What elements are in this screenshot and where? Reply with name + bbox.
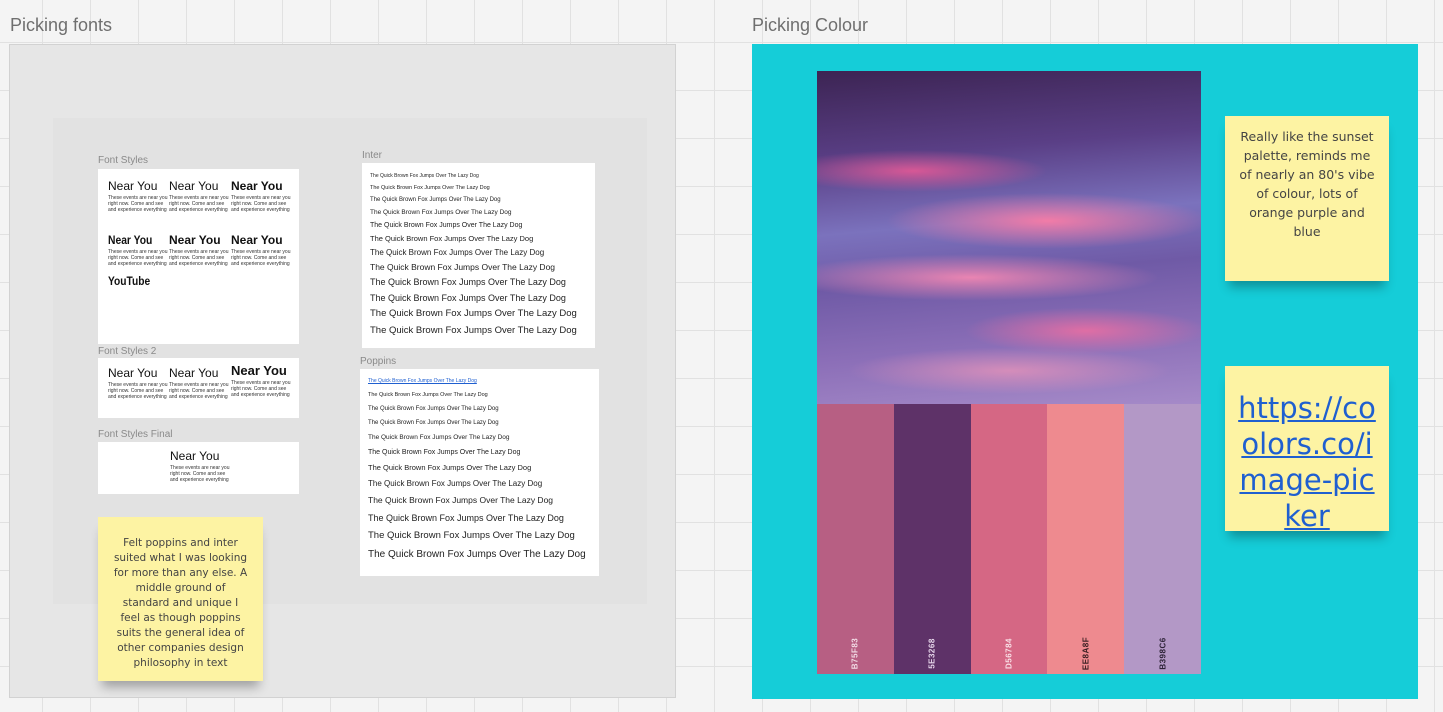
- sticky-note-colour[interactable]: Really like the sunset palette, reminds …: [1225, 116, 1389, 281]
- sample-line: The Quick Brown Fox Jumps Over The Lazy …: [370, 308, 577, 319]
- font-style-body: These events are near you right now. Com…: [169, 382, 229, 400]
- sample-line: The Quick Brown Fox Jumps Over The Lazy …: [370, 222, 523, 229]
- font-style-body: These events are near you right now. Com…: [108, 249, 168, 267]
- swatch[interactable]: 5E3268: [893, 404, 971, 674]
- sample-line: The Quick Brown Fox Jumps Over The Lazy …: [368, 392, 488, 398]
- font-styles-final-card[interactable]: Near You These events are near you right…: [98, 442, 299, 494]
- sticky-note-fonts[interactable]: Felt poppins and inter suited what I was…: [98, 517, 263, 681]
- font-style-body: These events are near you right now. Com…: [170, 465, 230, 483]
- sample-line: The Quick Brown Fox Jumps Over The Lazy …: [370, 209, 512, 216]
- coolors-link[interactable]: https://coolors.co/image-picker: [1238, 391, 1376, 533]
- sample-line: The Quick Brown Fox Jumps Over The Lazy …: [368, 479, 543, 488]
- sticky-note-link[interactable]: https://coolors.co/image-picker: [1225, 366, 1389, 533]
- font-style-body: These events are near you right now. Com…: [169, 195, 229, 213]
- sample-line: The Quick Brown Fox Jumps Over The Lazy …: [368, 406, 499, 412]
- inter-label: Inter: [362, 150, 383, 161]
- swatch[interactable]: B398C6: [1124, 404, 1201, 674]
- font-style-cell: Near You These events are near you right…: [169, 233, 231, 267]
- swatch[interactable]: B75F83: [817, 404, 894, 674]
- frame-title-fonts[interactable]: Picking fonts: [10, 15, 112, 36]
- swatch-code: B75F83: [850, 637, 860, 670]
- sample-line: The Quick Brown Fox Jumps Over The Lazy …: [370, 173, 479, 179]
- youtube-font-sample: YouTube: [108, 274, 151, 288]
- swatch-code: EE8A8F: [1081, 636, 1091, 671]
- sticky-note-text: Really like the sunset palette, reminds …: [1239, 129, 1375, 239]
- font-style-body: These events are near you right now. Com…: [231, 195, 291, 213]
- sample-line: The Quick Brown Fox Jumps Over The Lazy …: [370, 277, 566, 287]
- poppins-sample-card[interactable]: The Quick Brown Fox Jumps Over The Lazy …: [360, 369, 599, 576]
- font-style-title: Near You: [169, 179, 219, 193]
- frame-title-colour[interactable]: Picking Colour: [752, 15, 868, 36]
- sample-line: The Quick Brown Fox Jumps Over The Lazy …: [370, 248, 545, 257]
- font-style-cell: Near You These events are near you right…: [170, 449, 230, 483]
- font-styles-2-card[interactable]: Near You These events are near you right…: [98, 358, 299, 418]
- font-style-title: Near You: [170, 449, 220, 463]
- picking-colour-frame[interactable]: B75F83 5E3268 D56784 EE8A8F B398C6 Reall…: [752, 44, 1418, 699]
- inter-sample-list: The Quick Brown Fox Jumps Over The Lazy …: [370, 170, 577, 339]
- picking-fonts-frame[interactable]: Font Styles Near You These events are ne…: [9, 44, 676, 698]
- font-style-cell: Near You These events are near you right…: [231, 179, 293, 213]
- font-style-title: Near You: [231, 363, 287, 378]
- font-style-body: These events are near you right now. Com…: [169, 249, 229, 267]
- font-style-title: Near You: [108, 179, 158, 193]
- sample-line: The Quick Brown Fox Jumps Over The Lazy …: [368, 463, 532, 472]
- sample-line: The Quick Brown Fox Jumps Over The Lazy …: [368, 434, 510, 441]
- sample-line: The Quick Brown Fox Jumps Over The Lazy …: [370, 234, 534, 243]
- sunset-photo[interactable]: [817, 71, 1201, 404]
- font-styles-2-label: Font Styles 2: [98, 346, 157, 357]
- sample-line: The Quick Brown Fox Jumps Over The Lazy …: [368, 549, 586, 560]
- font-style-title: Near You: [231, 179, 283, 193]
- sample-line: The Quick Brown Fox Jumps Over The Lazy …: [370, 325, 577, 336]
- sample-line: The Quick Brown Fox Jumps Over The Lazy …: [370, 262, 556, 272]
- font-style-title: Near You: [108, 233, 153, 247]
- font-styles-label: Font Styles: [98, 155, 149, 166]
- font-style-cell: Near You These events are near you right…: [169, 366, 231, 400]
- colour-palette[interactable]: B75F83 5E3268 D56784 EE8A8F B398C6: [817, 404, 1201, 674]
- swatch-code: B398C6: [1158, 637, 1168, 670]
- poppins-label: Poppins: [360, 356, 397, 367]
- font-style-body: These events are near you right now. Com…: [108, 382, 168, 400]
- sample-line: The Quick Brown Fox Jumps Over The Lazy …: [368, 449, 521, 456]
- swatch-code: 5E3268: [927, 638, 937, 669]
- font-style-cell: Near You These events are near you right…: [108, 179, 170, 213]
- sample-line: The Quick Brown Fox Jumps Over The Lazy …: [368, 420, 499, 426]
- swatch-code: D56784: [1004, 637, 1014, 670]
- sticky-note-text: Felt poppins and inter suited what I was…: [113, 537, 248, 669]
- font-style-cell: Near You These events are near you right…: [231, 233, 293, 267]
- sample-line: The Quick Brown Fox Jumps Over The Lazy …: [368, 378, 477, 384]
- font-style-cell: Near You These events are near you right…: [108, 233, 170, 267]
- font-style-title: Near You: [169, 366, 219, 380]
- font-style-title: Near You: [108, 366, 158, 380]
- font-style-body: These events are near you right now. Com…: [108, 195, 168, 213]
- font-style-body: These events are near you right now. Com…: [231, 380, 291, 398]
- font-style-title: Near You: [169, 233, 221, 247]
- font-style-cell: Near You These events are near you right…: [169, 179, 231, 213]
- font-style-body: These events are near you right now. Com…: [231, 249, 291, 267]
- sample-line: The Quick Brown Fox Jumps Over The Lazy …: [370, 293, 566, 303]
- sample-line: The Quick Brown Fox Jumps Over The Lazy …: [368, 495, 554, 505]
- inter-sample-card[interactable]: The Quick Brown Fox Jumps Over The Lazy …: [362, 163, 595, 348]
- font-style-cell: Near You These events are near you right…: [231, 363, 293, 399]
- font-styles-card[interactable]: Near You These events are near you right…: [98, 169, 299, 344]
- sample-line: The Quick Brown Fox Jumps Over The Lazy …: [370, 197, 501, 203]
- font-style-title: Near You: [231, 233, 283, 247]
- poppins-sample-list: The Quick Brown Fox Jumps Over The Lazy …: [368, 375, 586, 564]
- font-style-cell: Near You These events are near you right…: [108, 366, 170, 400]
- sample-line: The Quick Brown Fox Jumps Over The Lazy …: [368, 530, 575, 541]
- swatch[interactable]: EE8A8F: [1047, 404, 1125, 674]
- sample-line: The Quick Brown Fox Jumps Over The Lazy …: [370, 185, 490, 191]
- sample-line: The Quick Brown Fox Jumps Over The Lazy …: [368, 513, 564, 523]
- font-styles-final-label: Font Styles Final: [98, 429, 173, 440]
- swatch[interactable]: D56784: [970, 404, 1048, 674]
